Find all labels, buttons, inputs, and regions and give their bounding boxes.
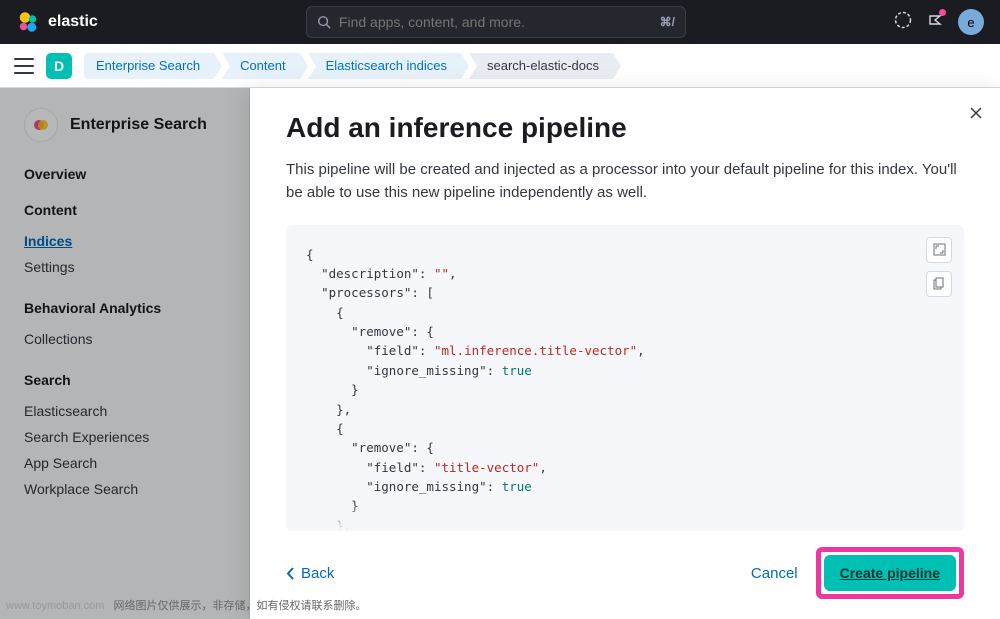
back-button[interactable]: Back (286, 565, 334, 582)
flyout-body: Add an inference pipeline This pipeline … (250, 88, 1000, 531)
flyout-title: Add an inference pipeline (286, 112, 964, 144)
breadcrumb-item-current: search-elastic-docs (469, 53, 613, 79)
top-header: elastic ⌘/ e (0, 0, 1000, 44)
search-shortcut-hint: ⌘/ (660, 15, 675, 29)
code-actions (926, 237, 952, 297)
space-initial: D (54, 58, 64, 74)
cancel-button[interactable]: Cancel (751, 565, 798, 582)
code-content: { "description": "", "processors": [ { "… (306, 245, 944, 532)
create-pipeline-button[interactable]: Create pipeline (824, 555, 956, 591)
back-label: Back (301, 565, 334, 582)
brand-cluster[interactable]: elastic (16, 10, 98, 34)
space-selector[interactable]: D (46, 53, 72, 79)
chevron-left-icon (286, 567, 295, 580)
avatar-initial: e (967, 15, 974, 30)
notification-dot (939, 9, 946, 16)
elastic-logo-icon (16, 10, 40, 34)
pipeline-code-block: { "description": "", "processors": [ { "… (286, 225, 964, 532)
copy-icon[interactable] (926, 271, 952, 297)
collapse-nav-icon[interactable] (14, 58, 34, 74)
create-button-highlight: Create pipeline (816, 547, 964, 599)
close-icon[interactable] (970, 106, 982, 122)
breadcrumb-item[interactable]: Content (222, 53, 300, 79)
code-fade (286, 501, 964, 531)
flyout-panel: Add an inference pipeline This pipeline … (250, 88, 1000, 619)
search-icon (317, 15, 331, 29)
breadcrumb-item[interactable]: Enterprise Search (84, 53, 214, 79)
search-input[interactable] (339, 14, 652, 30)
user-avatar[interactable]: e (958, 9, 984, 35)
brand-text: elastic (48, 13, 98, 31)
footer-right: Cancel Create pipeline (751, 547, 964, 599)
fullscreen-icon[interactable] (926, 237, 952, 263)
breadcrumb-item[interactable]: Elasticsearch indices (308, 53, 461, 79)
watermark-cn: 网络图片仅供展示，非存储，如有侵权请联系删除。 (114, 600, 367, 612)
flyout-description: This pipeline will be created and inject… (286, 158, 964, 205)
watermark: www.toymoban.com 网络图片仅供展示，非存储，如有侵权请联系删除。 (6, 597, 367, 613)
help-icon[interactable] (894, 11, 912, 34)
global-search[interactable]: ⌘/ (306, 6, 686, 38)
breadcrumb-row: D Enterprise Search Content Elasticsearc… (0, 44, 1000, 88)
newsfeed-icon[interactable] (926, 11, 944, 34)
breadcrumbs: Enterprise Search Content Elasticsearch … (84, 53, 621, 79)
watermark-domain: www.toymoban.com (6, 600, 104, 612)
header-actions: e (894, 9, 984, 35)
